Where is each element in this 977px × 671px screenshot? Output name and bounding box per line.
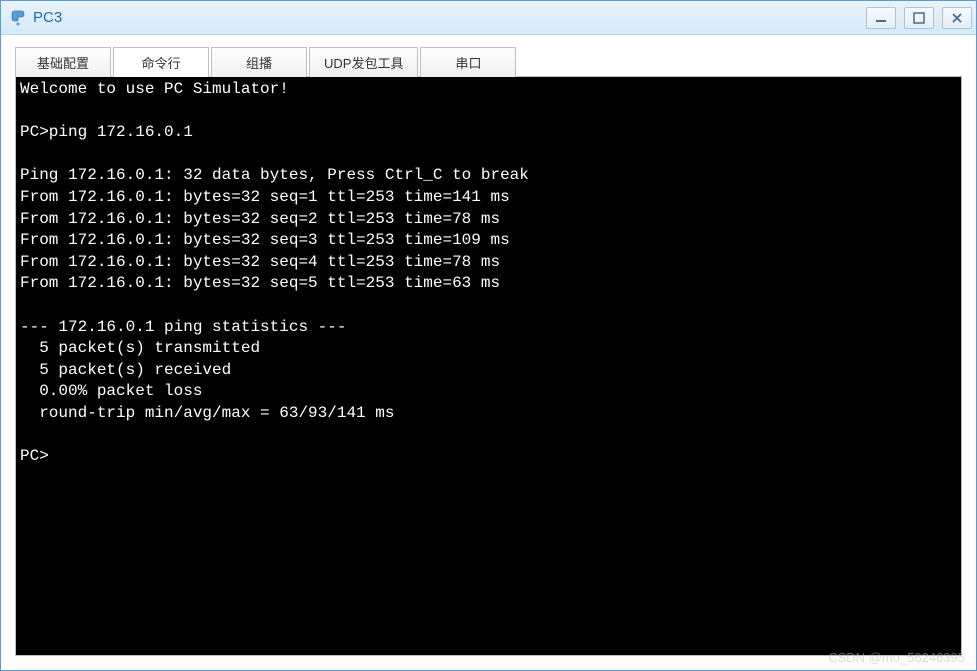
watermark: CSDN @mo_56246395 bbox=[828, 650, 965, 665]
tab-label: 命令行 bbox=[141, 53, 180, 72]
tab-label: 串口 bbox=[455, 53, 481, 72]
tab-label: UDP发包工具 bbox=[324, 53, 403, 72]
titlebar[interactable]: PC3 bbox=[1, 1, 976, 35]
window-controls bbox=[866, 7, 972, 29]
tab-basic-config[interactable]: 基础配置 bbox=[15, 47, 111, 77]
app-window: PC3 基础配置 命令行 组播 UDP发包工具 bbox=[0, 0, 977, 671]
maximize-button[interactable] bbox=[904, 7, 934, 29]
app-icon bbox=[9, 9, 27, 27]
minimize-button[interactable] bbox=[866, 7, 896, 29]
tab-command-line[interactable]: 命令行 bbox=[113, 47, 209, 77]
terminal-output[interactable]: Welcome to use PC Simulator! PC>ping 172… bbox=[15, 76, 962, 656]
tab-label: 组播 bbox=[246, 53, 272, 72]
tab-udp-tool[interactable]: UDP发包工具 bbox=[309, 47, 418, 77]
tab-serial[interactable]: 串口 bbox=[420, 47, 516, 77]
close-button[interactable] bbox=[942, 7, 972, 29]
content-area: 基础配置 命令行 组播 UDP发包工具 串口 Welcome to use PC… bbox=[1, 35, 976, 670]
tab-multicast[interactable]: 组播 bbox=[211, 47, 307, 77]
tab-bar: 基础配置 命令行 组播 UDP发包工具 串口 bbox=[15, 47, 962, 77]
window-title: PC3 bbox=[33, 9, 866, 26]
tab-label: 基础配置 bbox=[37, 53, 89, 72]
